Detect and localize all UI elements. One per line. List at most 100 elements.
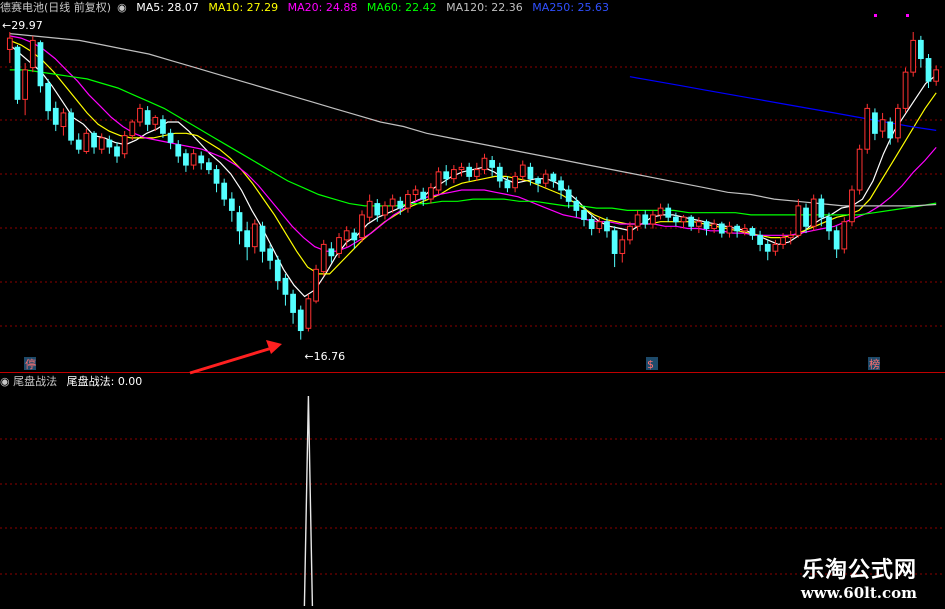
candle-down bbox=[887, 121, 894, 139]
indicator-header: ◉ 尾盘战法 尾盘战法: 0.00 bbox=[0, 374, 142, 390]
candlestick-series[interactable] bbox=[6, 32, 940, 340]
candle-down bbox=[833, 230, 840, 250]
candle-down bbox=[183, 153, 189, 166]
candle-up bbox=[405, 194, 411, 209]
watermark-title: 乐淘公式网 bbox=[801, 557, 917, 583]
ma5-legend: MA5: 28.07 bbox=[136, 1, 199, 14]
candle-down bbox=[290, 293, 296, 313]
candle-down bbox=[267, 248, 273, 261]
candle-down bbox=[688, 216, 695, 227]
candle-down bbox=[297, 309, 304, 332]
candle-down bbox=[397, 200, 404, 209]
candle-down bbox=[228, 198, 235, 211]
candle-down bbox=[673, 216, 679, 223]
candle-up bbox=[152, 116, 159, 125]
candle-down bbox=[91, 132, 97, 148]
candle-up bbox=[129, 121, 136, 137]
ma20-label: MA20 bbox=[287, 1, 319, 14]
candle-down bbox=[734, 225, 740, 232]
candle-up bbox=[810, 198, 817, 227]
candle-down bbox=[144, 110, 151, 125]
candle-down bbox=[757, 234, 763, 245]
candle-up bbox=[389, 198, 396, 207]
candle-down bbox=[160, 119, 166, 134]
chart-annotations: ←29.97 ←16.76 停 $ 榜 bbox=[2, 14, 909, 375]
candle-down bbox=[588, 218, 595, 230]
stock-title[interactable]: 德赛电池(日线 前复权) bbox=[0, 1, 111, 14]
candle-up bbox=[841, 221, 848, 250]
candle-up bbox=[343, 230, 350, 241]
candle-down bbox=[106, 139, 113, 148]
candle-down bbox=[37, 42, 44, 87]
ma60-label: MA60 bbox=[366, 1, 398, 14]
ma5-value: 28.07 bbox=[167, 1, 199, 14]
candle-down bbox=[703, 221, 710, 230]
ma250-value: 25.63 bbox=[577, 1, 610, 14]
candle-down bbox=[420, 191, 427, 200]
candle-down bbox=[244, 230, 251, 248]
kline-chart[interactable]: ←29.97 ←16.76 停 $ 榜 bbox=[0, 0, 945, 609]
ma-line-ma5 bbox=[9, 44, 937, 298]
ma20-value: 24.88 bbox=[325, 1, 358, 14]
candle-up bbox=[512, 175, 518, 189]
candle-down bbox=[489, 160, 496, 168]
candle-up bbox=[772, 243, 779, 252]
badge-dollar: $ bbox=[647, 358, 654, 371]
indicator-name[interactable]: 尾盘战法 bbox=[13, 375, 57, 388]
candle-down bbox=[535, 178, 541, 184]
candle-down bbox=[259, 225, 266, 252]
candle-down bbox=[573, 200, 580, 211]
indicator-series bbox=[303, 395, 314, 607]
candle-up bbox=[864, 107, 871, 150]
price-low-label: ←16.76 bbox=[304, 350, 345, 363]
collapse-icon[interactable]: ◉ bbox=[117, 1, 127, 14]
moving-average-lines bbox=[9, 33, 937, 298]
candle-down bbox=[52, 107, 59, 125]
candle-up bbox=[627, 225, 633, 241]
candle-down bbox=[167, 132, 174, 143]
candle-up bbox=[137, 107, 143, 123]
candle-up bbox=[795, 205, 802, 236]
candle-down bbox=[818, 198, 825, 218]
candle-up bbox=[933, 69, 940, 82]
candle-up bbox=[856, 148, 863, 191]
candle-up bbox=[190, 153, 197, 166]
candle-up bbox=[895, 107, 901, 139]
candle-up bbox=[849, 189, 855, 223]
indicator-collapse-icon[interactable]: ◉ bbox=[0, 375, 10, 388]
candle-down bbox=[328, 248, 335, 257]
badge-rank: 榜 bbox=[869, 357, 880, 371]
candle-up bbox=[382, 205, 388, 216]
candle-down bbox=[114, 146, 120, 157]
ma120-legend: MA120: 22.36 bbox=[446, 1, 523, 14]
candle-down bbox=[925, 58, 932, 82]
candle-down bbox=[565, 189, 572, 202]
candle-up bbox=[320, 243, 327, 273]
candle-up bbox=[435, 171, 442, 191]
candle-down bbox=[68, 112, 74, 141]
candle-up bbox=[780, 237, 786, 245]
candle-up bbox=[83, 132, 90, 152]
price-high-label: ←29.97 bbox=[2, 19, 43, 32]
candle-down bbox=[749, 228, 756, 236]
ma10-legend: MA10: 27.29 bbox=[208, 1, 279, 14]
candle-down bbox=[665, 207, 672, 218]
candle-up bbox=[519, 164, 526, 177]
candle-down bbox=[75, 139, 82, 150]
indicator-spike bbox=[303, 395, 314, 607]
candle-down bbox=[550, 173, 557, 182]
candle-down bbox=[826, 216, 832, 232]
ma10-label: MA10 bbox=[208, 1, 240, 14]
candle-up bbox=[6, 37, 13, 50]
candle-down bbox=[504, 180, 511, 189]
candle-down bbox=[558, 180, 564, 191]
watermark-url: www.60lt.com bbox=[800, 584, 917, 602]
candle-up bbox=[473, 169, 480, 177]
arrow-head-icon bbox=[266, 340, 282, 354]
candle-up bbox=[680, 216, 687, 223]
candle-up bbox=[596, 221, 603, 230]
candle-down bbox=[206, 162, 212, 171]
candle-down bbox=[764, 243, 771, 252]
ma250-legend: MA250: 25.63 bbox=[532, 1, 610, 14]
ma5-label: MA5 bbox=[136, 1, 161, 14]
